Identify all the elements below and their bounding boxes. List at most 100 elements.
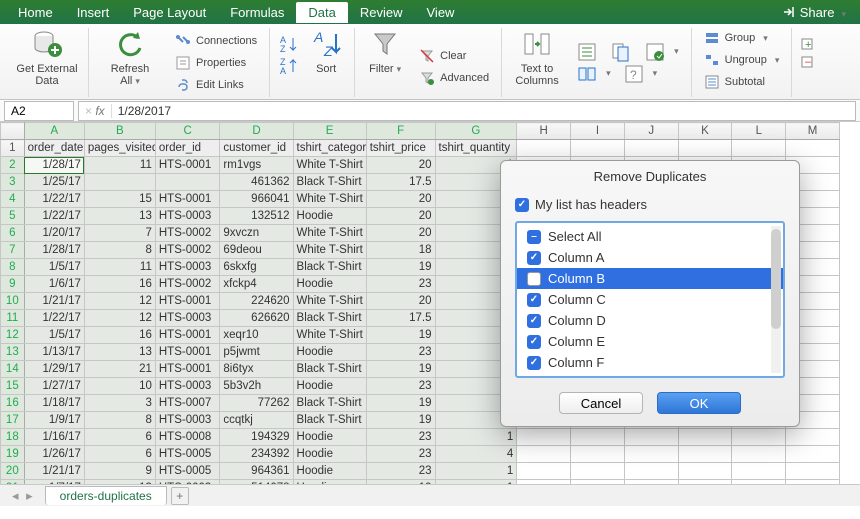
cell[interactable]: HTS-0007 <box>155 395 220 412</box>
row-header-3[interactable]: 3 <box>1 174 25 191</box>
connections-button[interactable]: Connections <box>171 31 261 51</box>
cell[interactable] <box>571 480 625 485</box>
ok-button[interactable]: OK <box>657 392 741 414</box>
subtotal-button[interactable]: Subtotal <box>700 72 784 92</box>
cell[interactable]: 224620 <box>220 293 293 310</box>
tab-view[interactable]: View <box>415 2 467 23</box>
cell[interactable] <box>732 463 786 480</box>
cell[interactable]: 1/28/17 <box>24 157 84 174</box>
cell[interactable]: 19 <box>366 480 435 485</box>
cell[interactable]: 1/16/17 <box>24 429 84 446</box>
cell[interactable]: 1 <box>435 429 517 446</box>
column-item[interactable]: Column E <box>517 331 783 352</box>
cell[interactable]: 20 <box>366 157 435 174</box>
row-header-9[interactable]: 9 <box>1 276 25 293</box>
cell[interactable] <box>786 463 840 480</box>
cell[interactable]: 461362 <box>220 174 293 191</box>
cell[interactable]: Hoodie <box>293 463 366 480</box>
cell[interactable]: 1/22/17 <box>24 191 84 208</box>
cell[interactable]: 1/7/17 <box>24 480 84 485</box>
cell[interactable]: HTS-0003 <box>155 412 220 429</box>
cell[interactable]: 13 <box>84 344 155 361</box>
cell[interactable]: 21 <box>84 361 155 378</box>
row-header-21[interactable]: 21 <box>1 480 25 485</box>
cell[interactable]: 17.5 <box>366 310 435 327</box>
tab-pagelayout[interactable]: Page Layout <box>121 2 218 23</box>
properties-button[interactable]: Properties <box>171 53 261 73</box>
cell[interactable]: 8i6tyx <box>220 361 293 378</box>
cell[interactable] <box>624 446 678 463</box>
row-header-10[interactable]: 10 <box>1 293 25 310</box>
sheet-nav[interactable]: ◂ ▸ <box>6 488 41 504</box>
cell[interactable]: HTS-0002 <box>155 276 220 293</box>
cell[interactable]: 13 <box>84 208 155 225</box>
cell[interactable]: HTS-0008 <box>155 429 220 446</box>
cell[interactable] <box>517 463 571 480</box>
edit-links-button[interactable]: Edit Links <box>171 75 261 95</box>
cell[interactable] <box>517 446 571 463</box>
row-header-2[interactable]: 2 <box>1 157 25 174</box>
filter-button[interactable]: Filter <box>363 28 407 97</box>
cell[interactable] <box>732 140 786 157</box>
cell[interactable] <box>624 140 678 157</box>
cell[interactable]: 234392 <box>220 446 293 463</box>
clear-button[interactable]: Clear <box>415 46 493 66</box>
cell[interactable]: 20 <box>366 208 435 225</box>
row-header-4[interactable]: 4 <box>1 191 25 208</box>
sort-button[interactable]: AZ Sort <box>306 28 346 75</box>
cell[interactable]: 1/21/17 <box>24 463 84 480</box>
cell[interactable]: 8 <box>84 242 155 259</box>
cell[interactable]: HTS-0001 <box>155 191 220 208</box>
row-header-5[interactable]: 5 <box>1 208 25 225</box>
cell[interactable]: 17.5 <box>366 174 435 191</box>
col-header-E[interactable]: E <box>293 123 366 140</box>
cell[interactable]: 19 <box>366 412 435 429</box>
row-header-18[interactable]: 18 <box>1 429 25 446</box>
cell[interactable]: xfckp4 <box>220 276 293 293</box>
cell[interactable]: HTS-0002 <box>155 225 220 242</box>
cell[interactable]: 1/27/17 <box>24 378 84 395</box>
sheet-tab[interactable]: orders-duplicates <box>45 486 167 505</box>
cell[interactable]: 3 <box>84 395 155 412</box>
cell[interactable]: 1/22/17 <box>24 208 84 225</box>
cell[interactable]: 6 <box>84 429 155 446</box>
cell[interactable] <box>517 480 571 485</box>
formula-input[interactable]: fx 1/28/2017 <box>78 101 856 121</box>
cell[interactable]: 1/18/17 <box>24 395 84 412</box>
cell[interactable]: 6skxfg <box>220 259 293 276</box>
add-sheet-button[interactable]: + <box>171 487 189 505</box>
get-external-data-button[interactable]: Get External Data <box>14 28 80 87</box>
cell[interactable]: 1/22/17 <box>24 310 84 327</box>
row-header-13[interactable]: 13 <box>1 344 25 361</box>
cell[interactable]: 966041 <box>220 191 293 208</box>
cell[interactable]: 1/28/17 <box>24 242 84 259</box>
row-header-15[interactable]: 15 <box>1 378 25 395</box>
cell-header[interactable]: pages_visited <box>84 140 155 157</box>
cell[interactable] <box>786 140 840 157</box>
show-detail-button[interactable]: + <box>800 36 820 52</box>
cell[interactable]: Hoodie <box>293 480 366 485</box>
cell[interactable]: White T-Shirt <box>293 293 366 310</box>
cell[interactable]: HTS-0003 <box>155 208 220 225</box>
cell-header[interactable]: customer_id <box>220 140 293 157</box>
cell[interactable] <box>571 140 625 157</box>
cell[interactable]: 23 <box>366 378 435 395</box>
has-headers-checkbox[interactable]: My list has headers <box>515 194 785 215</box>
col-header-B[interactable]: B <box>84 123 155 140</box>
cell[interactable]: HTS-0001 <box>155 293 220 310</box>
cell[interactable]: Hoodie <box>293 429 366 446</box>
row-header-8[interactable]: 8 <box>1 259 25 276</box>
cell[interactable]: 1/9/17 <box>24 412 84 429</box>
cell[interactable] <box>155 174 220 191</box>
cell[interactable]: 1/5/17 <box>24 327 84 344</box>
cell[interactable] <box>571 446 625 463</box>
cell[interactable] <box>517 429 571 446</box>
cell[interactable]: 77262 <box>220 395 293 412</box>
select-all-item[interactable]: Select All <box>517 226 783 247</box>
cell[interactable]: 11 <box>84 259 155 276</box>
cell[interactable] <box>571 429 625 446</box>
cell[interactable]: 4 <box>435 446 517 463</box>
tab-home[interactable]: Home <box>6 2 65 23</box>
cell[interactable] <box>571 463 625 480</box>
cell[interactable]: 1 <box>435 463 517 480</box>
